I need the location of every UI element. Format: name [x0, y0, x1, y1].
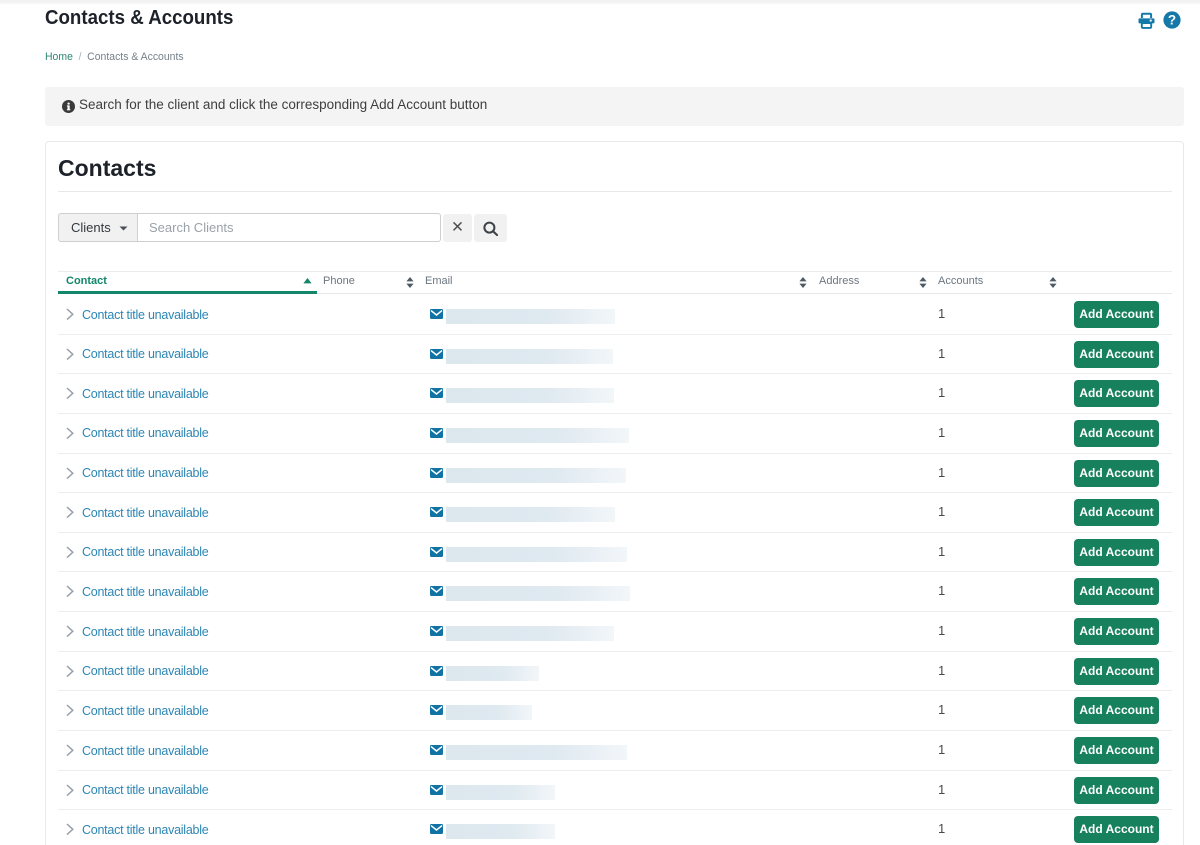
- svg-text:?: ?: [1168, 13, 1176, 28]
